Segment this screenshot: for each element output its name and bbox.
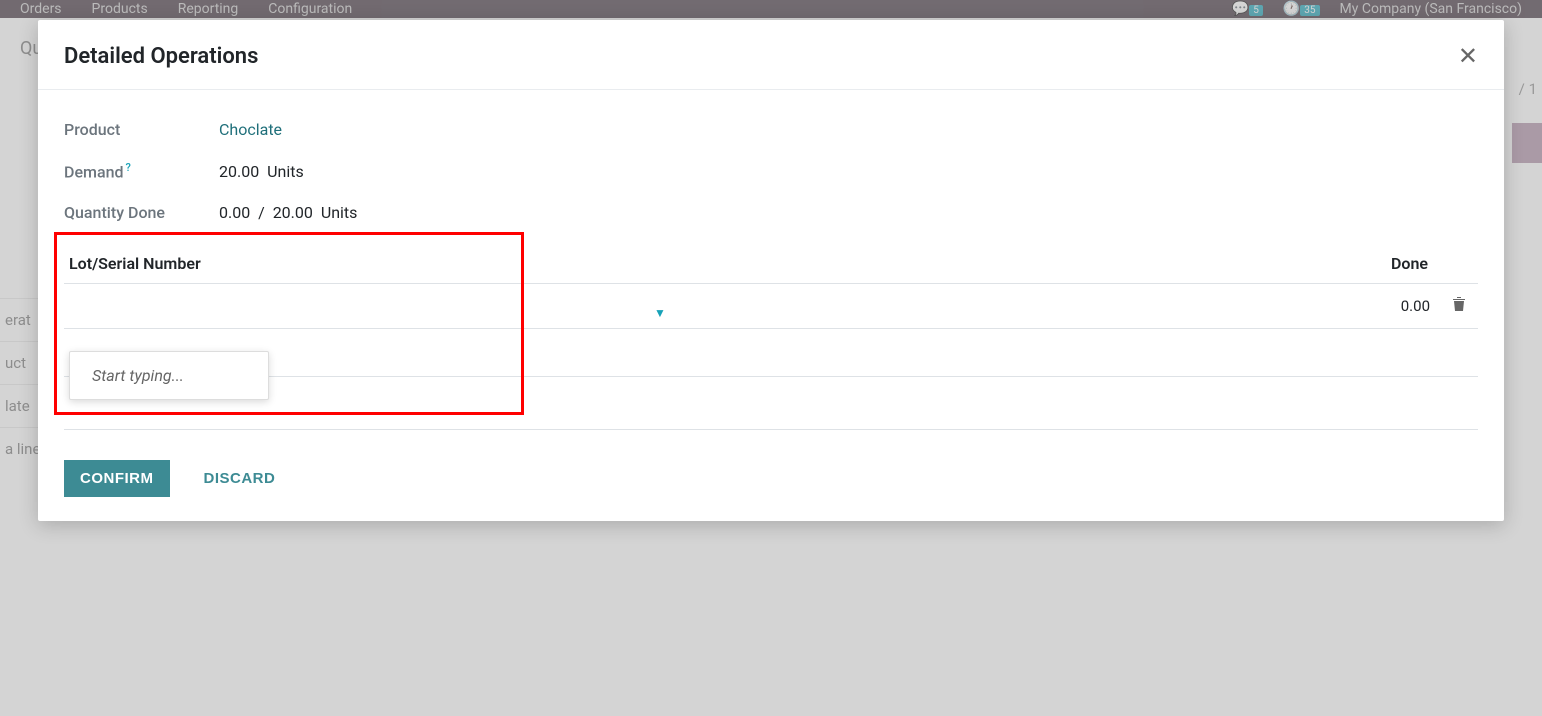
product-field: Product Choclate	[64, 120, 1478, 139]
confirm-button[interactable]: CONFIRM	[64, 460, 170, 497]
table-row: ▼ Start typing... 0.00	[64, 284, 1478, 329]
modal-header: Detailed Operations ✕	[38, 20, 1504, 90]
done-value[interactable]: 0.00	[1401, 297, 1430, 315]
quantity-done-field: Quantity Done 0.00 / 20.00 Units	[64, 203, 1478, 222]
quantity-done-value: 0.00 / 20.00 Units	[219, 203, 357, 222]
modal-footer: CONFIRM DISCARD	[38, 440, 1504, 521]
table-divider	[64, 382, 1478, 430]
discard-button[interactable]: DISCARD	[188, 460, 292, 497]
modal-title: Detailed Operations	[64, 44, 258, 69]
table-spacer	[64, 329, 1478, 377]
operations-table: Lot/Serial Number Done ▼ Start typing...…	[64, 244, 1478, 430]
demand-help-icon[interactable]: ?	[126, 161, 131, 174]
demand-field: Demand? 20.00 Units	[64, 161, 1478, 181]
close-button[interactable]: ✕	[1458, 45, 1478, 69]
col-lot-serial: Lot/Serial Number	[69, 254, 201, 273]
trash-icon[interactable]	[1452, 296, 1466, 316]
demand-value: 20.00 Units	[219, 162, 304, 181]
detailed-operations-modal: Detailed Operations ✕ Product Choclate D…	[38, 20, 1504, 521]
lot-dropdown[interactable]: Start typing...	[69, 351, 269, 400]
modal-body: Product Choclate Demand? 20.00 Units Qua…	[38, 90, 1504, 440]
product-label: Product	[64, 120, 219, 139]
col-done: Done	[1391, 254, 1428, 273]
chevron-down-icon[interactable]: ▼	[654, 306, 666, 320]
quantity-done-label: Quantity Done	[64, 203, 219, 222]
close-icon: ✕	[1458, 43, 1478, 70]
product-value[interactable]: Choclate	[219, 120, 282, 139]
demand-label: Demand?	[64, 161, 219, 181]
table-header: Lot/Serial Number Done	[64, 244, 1478, 284]
